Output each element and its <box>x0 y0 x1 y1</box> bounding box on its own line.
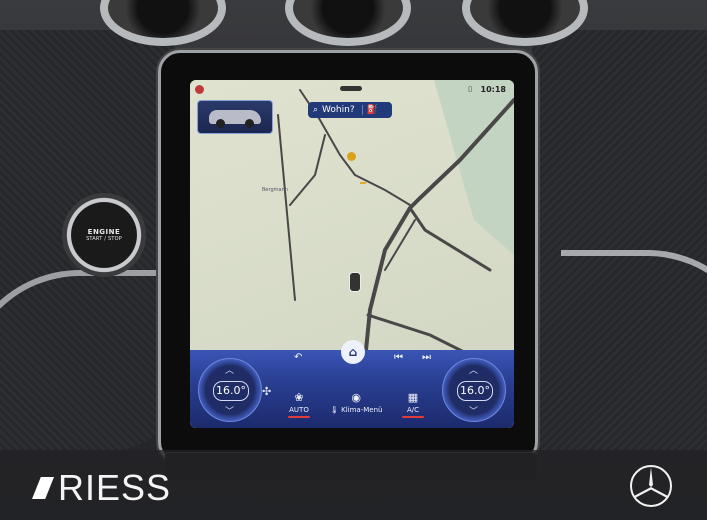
active-indicator <box>402 416 424 418</box>
map-place-label: Bergmann <box>262 187 288 193</box>
dealer-name: RIESS <box>58 467 172 508</box>
search-icon: ⌕ <box>313 105 319 115</box>
next-track-icon[interactable]: ⏭ <box>422 352 431 363</box>
notification-handle-icon[interactable] <box>340 86 362 91</box>
climate-menu-label: 🌡 Klima-Menü <box>330 406 383 414</box>
climate-control-bar: ︿ 16.0° ﹀ ✣ ↶ ⌂ ⏮ ⏭ ❀ AUTO ◉ 🌡 Klima-Men… <box>190 340 514 428</box>
vehicle-status-card[interactable] <box>197 100 273 134</box>
vehicle-position-icon <box>349 272 361 292</box>
chevron-down-icon[interactable]: ﹀ <box>225 404 234 417</box>
right-temperature-dial[interactable]: ︿ 16.0° ﹀ <box>442 358 506 422</box>
auto-label: AUTO <box>289 406 309 414</box>
clock: 10:18 <box>480 85 506 94</box>
road <box>408 206 492 272</box>
user-profile-icon[interactable] <box>195 85 204 94</box>
chevron-up-icon[interactable]: ︿ <box>225 363 234 376</box>
divider <box>361 105 363 115</box>
home-button[interactable]: ⌂ <box>341 340 365 364</box>
previous-track-icon[interactable]: ⏮ <box>394 352 403 363</box>
poi-marker-icon[interactable] <box>347 152 356 161</box>
status-bar: ▯ 10:18 <box>190 80 514 96</box>
chevron-up-icon[interactable]: ︿ <box>469 363 478 376</box>
fuel-pump-icon[interactable]: ⛽ <box>367 105 378 115</box>
infotainment-screen[interactable]: ▯ 10:18 ⌕ Wohin? ⛽ Bergmann ︿ 16.0° ﹀ ✣ … <box>190 80 514 428</box>
mercedes-star-logo <box>630 465 672 507</box>
destination-search-button[interactable]: ⌕ Wohin? ⛽ <box>308 102 392 118</box>
road <box>354 174 411 206</box>
search-label: Wohin? <box>322 105 355 115</box>
dealer-banner: RIESS <box>0 450 707 520</box>
defrost-icon: ❀ <box>294 391 304 404</box>
start-button-sublabel: START / STOP <box>86 236 122 242</box>
ac-label: A/C <box>406 406 420 414</box>
auto-button[interactable]: ❀ AUTO <box>288 392 310 418</box>
climate-menu-text: Klima-Menü <box>341 406 383 414</box>
eye-icon: ◉ <box>351 391 362 404</box>
right-temperature-value: 16.0° <box>457 381 493 401</box>
left-temperature-value: 16.0° <box>213 381 249 401</box>
fan-icon[interactable]: ✣ <box>262 385 271 398</box>
poi-marker-icon[interactable] <box>360 182 366 184</box>
car-interior-photo: ENGINE START / STOP ▯ 10:18 ⌕ Wohin? ⛽ B… <box>0 0 707 520</box>
car-icon <box>209 110 261 128</box>
climate-menu-button[interactable]: ◉ 🌡 Klima-Menü <box>330 391 383 415</box>
road <box>289 134 326 206</box>
dealer-logo-mark <box>32 477 54 499</box>
left-temperature-dial[interactable]: ︿ 16.0° ﹀ <box>198 358 262 422</box>
active-indicator <box>288 416 310 418</box>
back-icon[interactable]: ↶ <box>294 352 302 363</box>
air-vent <box>285 0 411 46</box>
home-icon: ⌂ <box>348 345 358 359</box>
engine-start-stop-button[interactable]: ENGINE START / STOP <box>62 193 146 277</box>
rear-defrost-icon: ▦ <box>407 391 419 404</box>
start-button-label: ENGINE <box>87 228 121 236</box>
chevron-down-icon[interactable]: ﹀ <box>469 404 478 417</box>
dealer-logo: RIESS <box>32 470 171 506</box>
sim-icon: ▯ <box>468 85 472 93</box>
road <box>277 114 296 301</box>
ac-button[interactable]: ▦ A/C <box>402 392 424 418</box>
